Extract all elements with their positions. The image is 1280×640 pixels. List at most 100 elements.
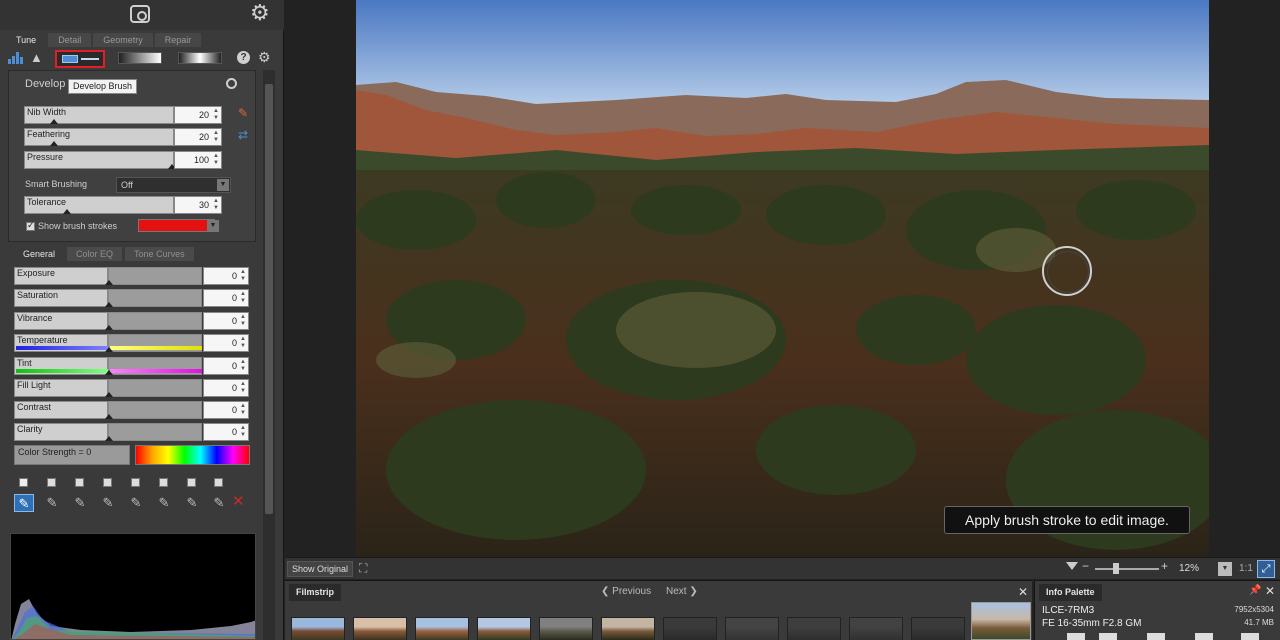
- feathering-input[interactable]: 20 ▲ ▼: [174, 128, 222, 146]
- slider-thumb[interactable]: [50, 119, 58, 124]
- settings-gear-icon[interactable]: ⚙: [250, 2, 270, 24]
- tab-tone-curves[interactable]: Tone Curves: [125, 247, 194, 261]
- radial-gradient-tool-button[interactable]: [178, 52, 222, 64]
- current-image-thumbnail[interactable]: [971, 602, 1031, 640]
- zoom-out-icon[interactable]: −: [1082, 559, 1089, 573]
- color-strength-slider[interactable]: Color Strength = 0: [14, 445, 130, 465]
- slider-thumb[interactable]: [105, 414, 113, 419]
- left-panel-scrollbar[interactable]: [263, 70, 275, 640]
- saturation-input[interactable]: 0 ▲ ▼: [203, 289, 249, 307]
- vibrance-slider[interactable]: Vibrance 0 ▲ ▼: [14, 312, 252, 330]
- previous-button[interactable]: ❮ Previous: [601, 586, 651, 597]
- exposure-slider[interactable]: Exposure 0 ▲ ▼: [14, 267, 252, 285]
- slider-thumb[interactable]: [105, 392, 113, 397]
- show-original-button[interactable]: Show Original: [287, 561, 354, 577]
- slot-4-checkbox[interactable]: [103, 478, 112, 487]
- filmstrip-thumbnail[interactable]: [539, 617, 593, 640]
- develop-brush-tool-button[interactable]: [55, 50, 105, 68]
- slot-3-checkbox[interactable]: [75, 478, 84, 487]
- vibrance-input[interactable]: 0 ▲ ▼: [203, 312, 249, 330]
- tab-detail[interactable]: Detail: [48, 33, 92, 47]
- slot-6-checkbox[interactable]: [159, 478, 168, 487]
- filmstrip-thumbnail[interactable]: [291, 617, 345, 640]
- linear-gradient-tool-button[interactable]: [118, 52, 162, 64]
- info-palette-tab[interactable]: Info Palette: [1039, 584, 1102, 601]
- stroke-color-swatch[interactable]: [138, 219, 215, 232]
- reset-icon[interactable]: [226, 78, 237, 89]
- filmstrip-tab[interactable]: Filmstrip: [289, 584, 342, 601]
- zoom-slider-thumb[interactable]: [1113, 563, 1119, 574]
- brush-slot-6-icon[interactable]: ✎: [154, 494, 174, 512]
- slot-2-checkbox[interactable]: [47, 478, 56, 487]
- brush-slot-5-icon[interactable]: ✎: [126, 494, 146, 512]
- next-button[interactable]: Next ❯: [666, 586, 698, 597]
- slider-thumb[interactable]: [105, 436, 113, 441]
- show-brush-strokes-checkbox[interactable]: [26, 220, 35, 231]
- slider-thumb[interactable]: [105, 302, 113, 307]
- tab-tune[interactable]: Tune: [6, 33, 47, 47]
- filmstrip-thumbnail[interactable]: [353, 617, 407, 640]
- filmstrip-thumbnail[interactable]: [663, 617, 717, 640]
- tab-color-eq[interactable]: Color EQ: [67, 247, 123, 261]
- scrollbar-thumb[interactable]: [265, 84, 273, 514]
- brush-slot-1-icon[interactable]: ✎: [14, 494, 34, 512]
- sync-brush-icon[interactable]: ⇄: [238, 128, 248, 142]
- delete-brush-icon[interactable]: ✕: [232, 492, 245, 510]
- zoom-in-icon[interactable]: +: [1161, 559, 1168, 573]
- filmstrip-thumbnail[interactable]: [725, 617, 779, 640]
- contrast-slider[interactable]: Contrast 0 ▲ ▼: [14, 401, 252, 419]
- slider-thumb[interactable]: [105, 347, 113, 352]
- filmstrip-thumbnail[interactable]: [787, 617, 841, 640]
- filmstrip-thumbnail[interactable]: [849, 617, 903, 640]
- filmstrip-thumbnail[interactable]: [477, 617, 531, 640]
- fullscreen-icon[interactable]: ⤢: [1257, 560, 1275, 578]
- filmstrip-thumbnail[interactable]: [415, 617, 469, 640]
- smart-brushing-dropdown[interactable]: Off ▼: [116, 177, 231, 193]
- tool-settings-gear-icon[interactable]: ⚙: [258, 49, 271, 66]
- exposure-input[interactable]: 0 ▲ ▼: [203, 267, 249, 285]
- tab-repair[interactable]: Repair: [154, 33, 202, 47]
- histogram-icon[interactable]: [8, 52, 23, 64]
- brush-slot-2-icon[interactable]: ✎: [42, 494, 62, 512]
- brush-slot-8-icon[interactable]: ✎: [209, 494, 229, 512]
- slider-thumb[interactable]: [105, 280, 113, 285]
- filmstrip-close-icon[interactable]: ✕: [1018, 585, 1028, 599]
- slider-thumb[interactable]: [105, 325, 113, 330]
- clarity-slider[interactable]: Clarity 0 ▲ ▼: [14, 423, 252, 441]
- slider-thumb[interactable]: [105, 370, 113, 375]
- nib-width-input[interactable]: 20 ▲ ▼: [174, 106, 222, 124]
- fill-light-slider[interactable]: Fill Light 0 ▲ ▼: [14, 379, 252, 397]
- brush-slot-7-icon[interactable]: ✎: [182, 494, 202, 512]
- brush-picker-icon[interactable]: ✎: [238, 106, 248, 120]
- color-picker-strip[interactable]: [135, 445, 250, 465]
- pin-icon[interactable]: 📌: [1249, 585, 1261, 596]
- fill-light-input[interactable]: 0 ▲ ▼: [203, 379, 249, 397]
- actual-size-button[interactable]: 1:1: [1239, 563, 1253, 574]
- tolerance-slider[interactable]: Tolerance 30 ▲ ▼: [24, 196, 222, 214]
- warning-icon[interactable]: ▲: [30, 50, 43, 65]
- fit-screen-icon[interactable]: ⛶: [359, 561, 367, 576]
- pressure-input[interactable]: 100 ▲ ▼: [174, 151, 222, 169]
- slider-thumb[interactable]: [63, 209, 71, 214]
- tab-general[interactable]: General: [14, 247, 65, 261]
- zoom-dropdown-icon[interactable]: ▼: [1218, 562, 1232, 576]
- temperature-slider[interactable]: Temperature 0 ▲ ▼: [14, 334, 252, 352]
- stroke-color-dropdown-icon[interactable]: ▼: [207, 220, 219, 232]
- nib-width-slider[interactable]: Nib Width 20 ▲ ▼: [24, 106, 222, 124]
- slot-8-checkbox[interactable]: [214, 478, 223, 487]
- tint-input[interactable]: 0 ▲ ▼: [203, 357, 249, 375]
- slot-1-checkbox[interactable]: [19, 478, 28, 487]
- slot-5-checkbox[interactable]: [131, 478, 140, 487]
- image-canvas[interactable]: Apply brush stroke to edit image.: [285, 0, 1280, 557]
- brush-slot-3-icon[interactable]: ✎: [70, 494, 90, 512]
- feathering-slider[interactable]: Feathering 20 ▲ ▼: [24, 128, 222, 146]
- contrast-input[interactable]: 0 ▲ ▼: [203, 401, 249, 419]
- help-icon[interactable]: ?: [237, 51, 250, 64]
- temperature-input[interactable]: 0 ▲ ▼: [203, 334, 249, 352]
- filmstrip-thumbnail[interactable]: [911, 617, 965, 640]
- pressure-slider[interactable]: Pressure 100 ▲ ▼: [24, 151, 222, 169]
- tab-geometry[interactable]: Geometry: [93, 33, 153, 47]
- focus-target-icon[interactable]: [130, 5, 150, 23]
- info-close-icon[interactable]: ✕: [1265, 584, 1275, 598]
- tolerance-input[interactable]: 30 ▲ ▼: [174, 196, 222, 214]
